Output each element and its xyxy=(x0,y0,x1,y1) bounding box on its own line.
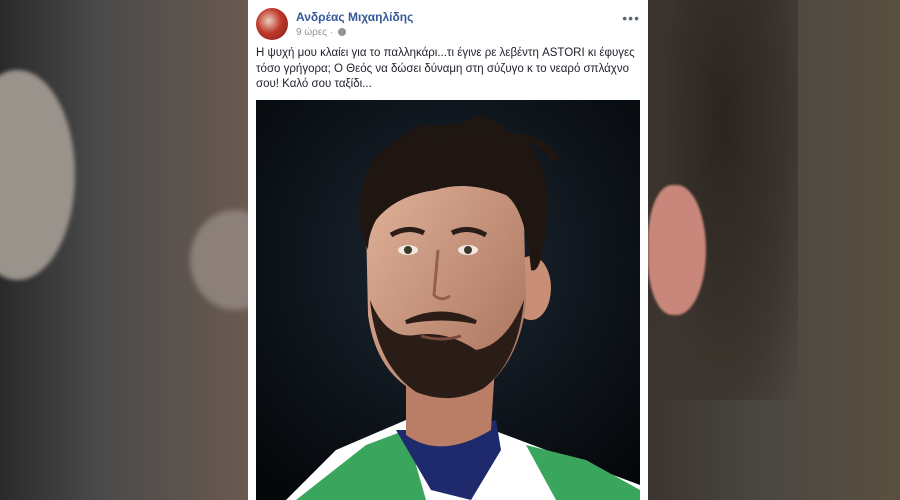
globe-icon[interactable] xyxy=(338,28,347,37)
post-meta: 9 ώρες · xyxy=(296,27,347,38)
blurred-background-left xyxy=(0,0,280,500)
meta-separator: · xyxy=(329,27,334,38)
facebook-post-card: Ανδρέας Μιχαηλίδης 9 ώρες · ••• Η ψυχή μ… xyxy=(248,0,648,500)
portrait-illustration xyxy=(256,100,640,500)
author-name-link[interactable]: Ανδρέας Μιχαηλίδης xyxy=(296,10,413,24)
more-options-icon[interactable]: ••• xyxy=(622,10,640,26)
blurred-ear xyxy=(648,185,706,315)
post-header: Ανδρέας Μιχαηλίδης 9 ώρες · ••• xyxy=(256,8,640,42)
blurred-background-right xyxy=(648,0,900,500)
post-photo[interactable] xyxy=(256,100,640,500)
profile-avatar[interactable] xyxy=(256,8,288,40)
post-timestamp[interactable]: 9 ώρες xyxy=(296,27,327,38)
blurred-shape xyxy=(0,70,75,280)
post-body-text: Η ψυχή μου κλαίει για το παλληκάρι...τι … xyxy=(256,47,635,90)
